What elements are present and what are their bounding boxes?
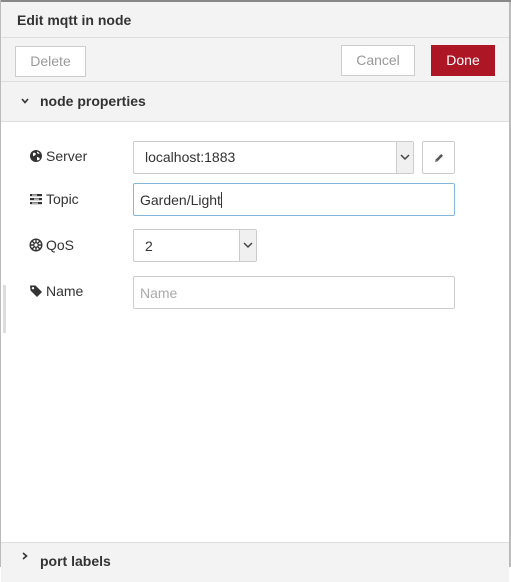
topic-input[interactable]: Garden/Light [133,183,455,216]
tasks-icon [30,194,42,205]
server-select-value: localhost:1883 [145,149,236,165]
section-label-node-properties: node properties [40,93,146,109]
name-input[interactable]: Name [133,276,455,309]
tag-icon [30,285,42,297]
qos-select-value: 2 [145,238,153,254]
chevron-down-icon [243,242,253,249]
topic-label-text: Topic [46,191,79,207]
server-label-text: Server [46,148,88,164]
name-label: Name [29,282,83,300]
chevron-down-icon [21,98,29,104]
name-input-placeholder: Name [140,285,178,301]
name-label-text: Name [46,283,84,299]
edit-server-button[interactable] [422,141,455,174]
topic-input-text: Garden/Light [140,192,222,208]
qos-label: QoS [29,236,74,254]
qos-label-text: QoS [46,237,75,253]
topic-value: Garden/Light [140,192,221,208]
topic-label: Topic [29,190,79,208]
section-node-properties[interactable]: node properties [1,82,509,122]
tray-title: Edit mqtt in node [17,12,132,28]
tray-header: Edit mqtt in node [1,2,509,38]
tray-toolbar: Delete Cancel Done [1,38,509,82]
delete-button[interactable]: Delete [15,46,86,77]
chevron-right-icon [22,552,28,560]
section-port-labels[interactable]: port labels [1,542,509,582]
pencil-icon [435,154,443,162]
qos-select[interactable]: 2 [133,229,257,262]
chevron-down-icon [400,154,410,161]
done-button[interactable]: Done [431,45,495,76]
resize-handle[interactable] [3,285,6,333]
qos-select-arrow[interactable] [239,230,256,261]
edit-node-tray: Edit mqtt in node Delete Cancel Done nod… [0,0,511,582]
text-caret [220,192,222,208]
server-select-arrow[interactable] [396,142,413,173]
globe-icon [30,150,42,162]
server-select[interactable]: localhost:1883 [133,141,414,174]
server-label: Server [29,147,87,165]
cancel-button[interactable]: Cancel [341,45,415,76]
life-ring-icon [29,238,43,252]
